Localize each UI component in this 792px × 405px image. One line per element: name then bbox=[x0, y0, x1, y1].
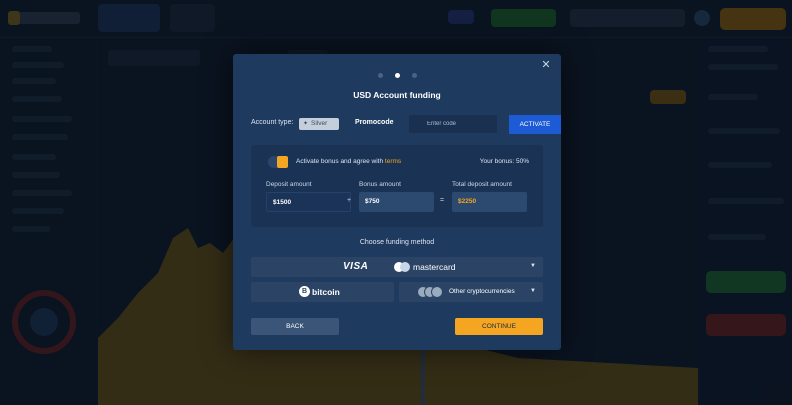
plus-sign: + bbox=[347, 197, 352, 204]
back-button[interactable]: BACK bbox=[251, 318, 339, 335]
funding-method-heading: Choose funding method bbox=[359, 239, 435, 246]
crypto-coins-icon bbox=[417, 286, 443, 298]
other-crypto-option[interactable]: Other cryptocurrencies ▼ bbox=[399, 282, 543, 302]
bitcoin-label: bitcoin bbox=[312, 287, 340, 297]
bonus-agreement-text: Activate bonus and agree with bbox=[296, 158, 384, 165]
step-indicator bbox=[233, 73, 561, 78]
card-payment-option[interactable]: VISA mastercard ▼ bbox=[251, 257, 543, 277]
step-dot bbox=[377, 73, 383, 78]
funding-modal: ✕ USD Account funding Account type: ✦ Sil… bbox=[233, 54, 561, 350]
your-bonus-text: Your bonus: 50% bbox=[479, 158, 529, 165]
terms-link[interactable]: terms bbox=[385, 158, 401, 165]
chevron-down-icon: ▼ bbox=[530, 263, 536, 269]
bonus-toggle[interactable] bbox=[268, 156, 288, 168]
bitcoin-payment-option[interactable]: B bitcoin bbox=[251, 282, 394, 302]
bitcoin-icon: B bbox=[299, 286, 310, 297]
equals-sign: = bbox=[440, 197, 445, 204]
mastercard-icon bbox=[394, 262, 410, 272]
step-dot bbox=[411, 73, 417, 78]
modal-title: USD Account funding bbox=[353, 90, 441, 100]
total-amount-field: $2250 bbox=[452, 192, 527, 212]
step-dot-active bbox=[394, 73, 400, 78]
bonus-agreement: Activate bonus and agree with terms bbox=[296, 158, 401, 165]
account-row: Account type: ✦Silver Promocode ACTIVATE bbox=[251, 115, 561, 134]
total-amount-label: Total deposit amount bbox=[452, 181, 512, 188]
close-icon[interactable]: ✕ bbox=[539, 58, 553, 72]
mastercard-logo: mastercard bbox=[413, 262, 456, 272]
other-crypto-label: Other cryptocurrencies bbox=[449, 288, 515, 295]
account-type-value: Silver bbox=[311, 120, 328, 127]
visa-logo: VISA bbox=[343, 261, 369, 272]
bonus-amount-label: Bonus amount bbox=[359, 181, 401, 188]
chevron-down-icon: ▼ bbox=[530, 288, 536, 294]
bonus-panel: Activate bonus and agree with terms Your… bbox=[251, 145, 543, 227]
continue-button[interactable]: CONTINUE bbox=[455, 318, 543, 335]
activate-button[interactable]: ACTIVATE bbox=[509, 115, 561, 134]
account-type-label: Account type: bbox=[251, 119, 294, 126]
account-type-badge[interactable]: ✦ Silver bbox=[299, 118, 339, 130]
toggle-knob bbox=[277, 156, 288, 168]
promocode-input[interactable] bbox=[409, 115, 497, 133]
deposit-amount-input[interactable]: $1500 bbox=[266, 192, 351, 212]
bonus-amount-field: $750 bbox=[359, 192, 434, 212]
promocode-label: Promocode bbox=[355, 119, 394, 126]
silver-icon: ✦ bbox=[303, 121, 309, 127]
deposit-amount-label: Deposit amount bbox=[266, 181, 312, 188]
